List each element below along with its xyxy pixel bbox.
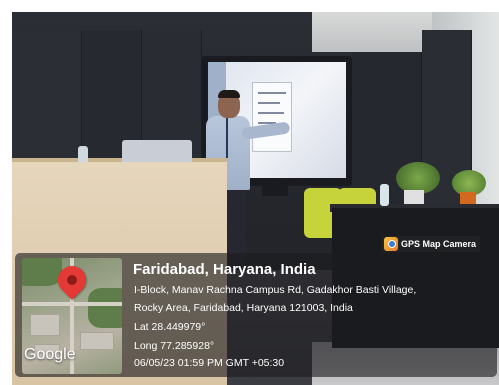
plant-pot (460, 192, 476, 204)
presenter-hair (218, 90, 240, 98)
smart-board-stand (262, 186, 288, 196)
document-line (258, 102, 280, 104)
laptop (122, 140, 192, 162)
document-line (258, 92, 286, 94)
longitude: Long 77.285928° (134, 340, 215, 352)
water-bottle (78, 146, 88, 162)
location-title: Faridabad, Haryana, India (133, 261, 316, 278)
presenter-lanyard (226, 118, 228, 158)
google-logo: Google (24, 346, 76, 363)
map-building (30, 314, 60, 336)
gps-map-camera-icon (384, 237, 398, 251)
map-vegetation (22, 258, 62, 286)
map-vegetation (88, 288, 122, 328)
gps-map-camera-badge: GPS Map Camera (382, 236, 481, 252)
document-line (258, 112, 284, 114)
plant-pot (404, 190, 424, 204)
gps-badge-label: GPS Map Camera (401, 239, 477, 249)
timestamp: 06/05/23 01:59 PM GMT +05:30 (134, 357, 285, 369)
address-line-2: Rocky Area, Faridabad, Haryana 121003, I… (134, 302, 353, 314)
map-building (80, 332, 114, 350)
latitude: Lat 28.449979° (134, 321, 206, 333)
water-bottle (380, 184, 389, 206)
address-line-1: I-Block, Manav Rachna Campus Rd, Gadakho… (134, 284, 417, 296)
